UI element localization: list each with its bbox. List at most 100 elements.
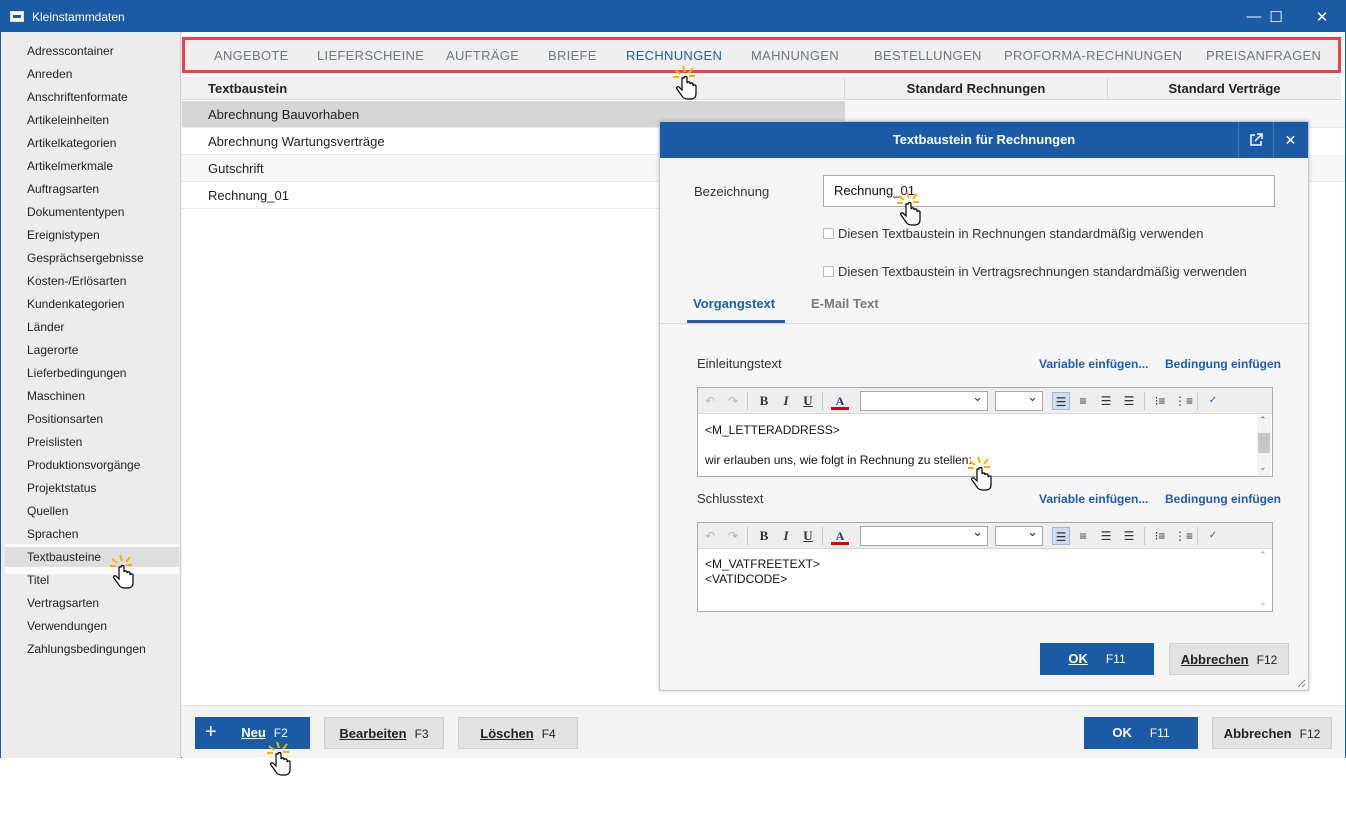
intro-text-line-2[interactable]: wir erlauben uns, wie folgt in Rechnung … [705,453,972,468]
bold-icon[interactable]: B [755,527,773,545]
tab-proforma-rechnungen[interactable]: PROFORMA-RECHNUNGEN [1004,48,1182,63]
align-left-icon[interactable]: ☰ [1052,527,1070,545]
delete-button[interactable]: Löschen F4 [458,717,578,749]
sidebar-item[interactable]: Preislisten [27,432,82,452]
bullet-list-icon[interactable]: ⁝≡ [1151,527,1169,545]
italic-icon[interactable]: I [777,392,795,410]
numbered-list-icon[interactable]: ⋮≡ [1174,392,1193,410]
dialog-close-icon[interactable]: ✕ [1273,122,1307,158]
scroll-down-icon[interactable]: ⌄ [1259,462,1267,473]
numbered-list-icon[interactable]: ⋮≡ [1174,527,1193,545]
align-left-icon[interactable]: ☰ [1052,392,1070,410]
font-color-icon[interactable]: A [831,392,849,410]
align-justify-icon[interactable]: ☰ [1120,527,1138,545]
sidebar-item[interactable]: Ereignistypen [27,225,100,245]
sidebar-item[interactable]: Artikelmerkmale [27,156,113,176]
sidebar-item[interactable]: Anreden [27,64,72,84]
dialog-cancel-button[interactable]: Abbrechen F12 [1169,643,1289,675]
sidebar-item[interactable]: Lagerorte [27,340,78,360]
tab-bestellungen[interactable]: BESTELLUNGEN [874,48,982,63]
tab-auftraege[interactable]: AUFTRÄGE [446,48,519,63]
font-size-select[interactable] [995,524,1043,546]
tab-briefe[interactable]: BRIEFE [548,48,597,63]
sidebar-item[interactable]: Quellen [27,501,68,521]
ok-button[interactable]: OK F11 [1084,717,1198,749]
tab-mahnungen[interactable]: MAHNUNGEN [751,48,839,63]
textbaustein-dialog: Textbaustein für Rechnungen ✕ Bezeichnun… [659,121,1309,691]
closing-text[interactable]: <M_VATFREETEXT> <VATIDCODE> [705,557,820,587]
sidebar-item[interactable]: Titel [27,570,49,590]
tab-preisanfragen[interactable]: PREISANFRAGEN [1206,48,1321,63]
font-color-icon[interactable]: A [831,527,849,545]
scroll-up-icon[interactable]: ⌃ [1259,415,1267,426]
italic-icon[interactable]: I [777,527,795,545]
intro-insert-condition-link[interactable]: Bedingung einfügen [1165,357,1281,371]
sidebar-item[interactable]: Sprachen [27,524,78,544]
sidebar-item[interactable]: Textbausteine [27,547,101,567]
scroll-up-icon[interactable]: ⌃ [1259,550,1267,561]
font-family-select[interactable] [860,524,988,546]
sidebar-item[interactable]: Positionsarten [27,409,103,429]
spellcheck-icon[interactable]: ✓ [1204,527,1222,545]
tab-rechnungen[interactable]: RECHNUNGEN [626,48,722,63]
intro-scrollbar[interactable]: ⌃ ⌄ [1257,415,1271,476]
align-center-icon[interactable]: ≡ [1074,392,1092,410]
sidebar-item[interactable]: Projektstatus [27,478,96,498]
tab-vorgangstext[interactable]: Vorgangstext [693,296,775,311]
sidebar-item[interactable]: Produktionsvorgänge [27,455,140,475]
sidebar-item[interactable]: Länder [27,317,64,337]
maximize-button[interactable]: ☐ [1253,1,1299,32]
closing-scrollbar[interactable]: ⌃ ⌄ [1257,550,1271,611]
align-justify-icon[interactable]: ☰ [1120,392,1138,410]
cancel-button[interactable]: Abbrechen F12 [1212,717,1332,749]
sidebar-item[interactable]: Artikeleinheiten [27,110,109,130]
checkbox-standard-vertraege[interactable] [823,266,834,277]
undo-icon[interactable]: ↶ [701,392,719,410]
sidebar-item[interactable]: Zahlungsbedingungen [27,639,146,659]
edit-button[interactable]: Bearbeiten F3 [324,717,444,749]
align-center-icon[interactable]: ≡ [1074,527,1092,545]
align-right-icon[interactable]: ☰ [1097,527,1115,545]
column-header-textbaustein[interactable]: Textbaustein [182,77,845,100]
redo-icon[interactable]: ↷ [724,392,742,410]
resize-grip-icon[interactable] [1296,678,1306,688]
dialog-ok-button[interactable]: OK F11 [1040,643,1154,675]
bold-icon[interactable]: B [755,392,773,410]
font-size-select[interactable] [995,389,1043,411]
column-header-standard-rechnungen[interactable]: Standard Rechnungen [845,77,1108,100]
sidebar-item[interactable]: Gesprächsergebnisse [27,248,144,268]
checkbox-standard-rechnungen[interactable] [823,228,834,239]
sidebar-item[interactable]: Maschinen [27,386,85,406]
sidebar-item[interactable]: Kosten-/Erlösarten [27,271,126,291]
sidebar-item[interactable]: Adresscontainer [27,41,114,61]
sidebar-item[interactable]: Anschriftenformate [27,87,128,107]
tab-lieferscheine[interactable]: LIEFERSCHEINE [317,48,424,63]
undo-icon[interactable]: ↶ [701,527,719,545]
redo-icon[interactable]: ↷ [724,527,742,545]
column-header-standard-vertraege[interactable]: Standard Verträge [1108,77,1341,100]
sidebar-item[interactable]: Verwendungen [27,616,107,636]
bezeichnung-input[interactable]: Rechnung_01 [823,175,1275,207]
tab-email-text[interactable]: E-Mail Text [811,296,879,311]
align-right-icon[interactable]: ☰ [1097,392,1115,410]
scroll-thumb[interactable] [1258,433,1270,453]
close-button[interactable]: ✕ [1299,1,1345,32]
intro-text-line-1[interactable]: <M_LETTERADDRESS> [705,423,840,438]
tab-angebote[interactable]: ANGEBOTE [214,48,289,63]
intro-insert-variable-link[interactable]: Variable einfügen... [1039,357,1148,371]
sidebar-item[interactable]: Vertragsarten [27,593,99,613]
popout-icon[interactable] [1238,122,1272,158]
closing-insert-condition-link[interactable]: Bedingung einfügen [1165,492,1281,506]
closing-insert-variable-link[interactable]: Variable einfügen... [1039,492,1148,506]
bullet-list-icon[interactable]: ⁝≡ [1151,392,1169,410]
sidebar-item[interactable]: Auftragsarten [27,179,99,199]
underline-icon[interactable]: U [799,392,817,410]
sidebar-item[interactable]: Dokumententypen [27,202,124,222]
sidebar-item[interactable]: Kundenkategorien [27,294,124,314]
sidebar-item[interactable]: Artikelkategorien [27,133,116,153]
sidebar-item[interactable]: Lieferbedingungen [27,363,126,383]
underline-icon[interactable]: U [799,527,817,545]
font-family-select[interactable] [860,389,988,411]
spellcheck-icon[interactable]: ✓ [1204,392,1222,410]
scroll-down-icon[interactable]: ⌄ [1259,597,1267,608]
